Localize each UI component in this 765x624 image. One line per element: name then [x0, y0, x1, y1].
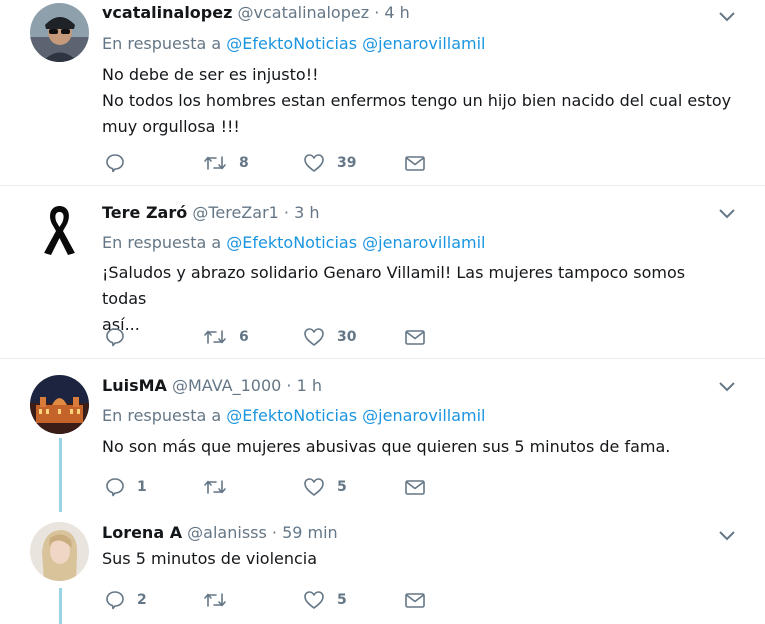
envelope-icon: [405, 330, 425, 345]
envelope-icon: [405, 156, 425, 171]
reply-button[interactable]: [105, 326, 137, 348]
display-name[interactable]: vcatalinalopez: [102, 3, 232, 22]
tweet-text: No son más que mujeres abusivas que quie…: [102, 434, 732, 460]
handle-and-time[interactable]: @TereZar1 · 3 h: [192, 203, 319, 222]
handle-and-time[interactable]: @alanisss · 59 min: [187, 523, 338, 542]
reply-button[interactable]: 2: [105, 589, 147, 611]
reply-prefix: En respuesta a: [102, 233, 222, 252]
tweet-text: No debe de ser es injusto!! No todos los…: [102, 62, 732, 140]
direct-message-button[interactable]: [404, 589, 426, 611]
reply-prefix: En respuesta a: [102, 406, 222, 425]
retweet-icon: [204, 480, 226, 494]
retweet-count: 8: [239, 155, 249, 171]
like-button[interactable]: 30: [303, 326, 356, 348]
retweet-count: 6: [239, 329, 249, 345]
direct-message-button[interactable]: [404, 326, 426, 348]
display-name[interactable]: Lorena A: [102, 523, 182, 542]
display-name[interactable]: Tere Zaró: [102, 203, 187, 222]
tweet[interactable]: LuisMA @MAVA_1000 · 1 h En respuesta a @…: [0, 359, 765, 514]
heart-icon: [304, 591, 324, 609]
handle-and-time[interactable]: @MAVA_1000 · 1 h: [172, 376, 322, 395]
tweet[interactable]: Tere Zaró @TereZar1 · 3 h En respuesta a…: [0, 186, 765, 358]
handle-and-time[interactable]: @vcatalinalopez · 4 h: [238, 3, 410, 22]
tweet-text-line: ¡Saludos y abrazo solidario Genaro Villa…: [102, 263, 686, 308]
avatar[interactable]: [30, 375, 89, 434]
mention-link[interactable]: @jenarovillamil: [362, 406, 485, 425]
avatar[interactable]: [30, 522, 89, 581]
reply-context: En respuesta a @EfektoNoticias @jenarovi…: [102, 233, 486, 253]
reply-icon: [106, 154, 124, 173]
reply-icon: [106, 591, 124, 610]
direct-message-button[interactable]: [404, 152, 426, 174]
reply-button[interactable]: [105, 152, 137, 174]
display-name[interactable]: LuisMA: [102, 376, 167, 395]
like-count: 30: [337, 329, 357, 345]
chevron-down-icon[interactable]: [717, 380, 737, 394]
chevron-down-icon[interactable]: [717, 529, 737, 543]
tweet-text: Sus 5 minutos de violencia: [102, 546, 732, 572]
mention-link[interactable]: @jenarovillamil: [362, 233, 485, 252]
retweet-button[interactable]: 6: [203, 326, 249, 348]
like-count: 5: [337, 592, 347, 608]
tweet-text-line: No son más que mujeres abusivas que quie…: [102, 437, 671, 456]
reply-icon: [106, 328, 124, 347]
heart-icon: [304, 154, 324, 172]
reply-icon: [106, 478, 124, 497]
tweet-text-line: No todos los hombres estan enfermos teng…: [102, 91, 732, 110]
reply-button[interactable]: 1: [105, 476, 147, 498]
tweet-text-line: No debe de ser es injusto!!: [102, 65, 319, 84]
retweet-button[interactable]: 8: [203, 152, 249, 174]
reply-count: 1: [137, 479, 147, 495]
like-button[interactable]: 5: [303, 476, 347, 498]
retweet-button[interactable]: [203, 589, 239, 611]
retweet-icon: [204, 156, 226, 170]
direct-message-button[interactable]: [404, 476, 426, 498]
avatar[interactable]: [30, 198, 89, 257]
retweet-icon: [204, 330, 226, 344]
avatar[interactable]: [30, 3, 89, 62]
like-button[interactable]: 39: [303, 152, 356, 174]
tweet-text-line: Sus 5 minutos de violencia: [102, 549, 318, 568]
tweet[interactable]: Lorena A @alanisss · 59 min Sus 5 minuto…: [0, 514, 765, 624]
tweet-text-line: muy orgullosa !!!: [102, 117, 240, 136]
like-count: 39: [337, 155, 357, 171]
envelope-icon: [405, 593, 425, 608]
reply-prefix: En respuesta a: [102, 34, 222, 53]
heart-icon: [304, 328, 324, 346]
retweet-button[interactable]: [203, 476, 239, 498]
heart-icon: [304, 478, 324, 496]
chevron-down-icon[interactable]: [717, 10, 737, 24]
like-button[interactable]: 5: [303, 589, 347, 611]
envelope-icon: [405, 480, 425, 495]
reply-context: En respuesta a @EfektoNoticias @jenarovi…: [102, 34, 486, 54]
mention-link[interactable]: @EfektoNoticias: [226, 233, 357, 252]
reply-count: 2: [137, 592, 147, 608]
mention-link[interactable]: @EfektoNoticias: [226, 406, 357, 425]
tweet[interactable]: vcatalinalopez @vcatalinalopez · 4 h En …: [0, 0, 765, 185]
mention-link[interactable]: @EfektoNoticias: [226, 34, 357, 53]
reply-context: En respuesta a @EfektoNoticias @jenarovi…: [102, 406, 486, 426]
retweet-icon: [204, 593, 226, 607]
chevron-down-icon[interactable]: [717, 207, 737, 221]
mention-link[interactable]: @jenarovillamil: [362, 34, 485, 53]
like-count: 5: [337, 479, 347, 495]
